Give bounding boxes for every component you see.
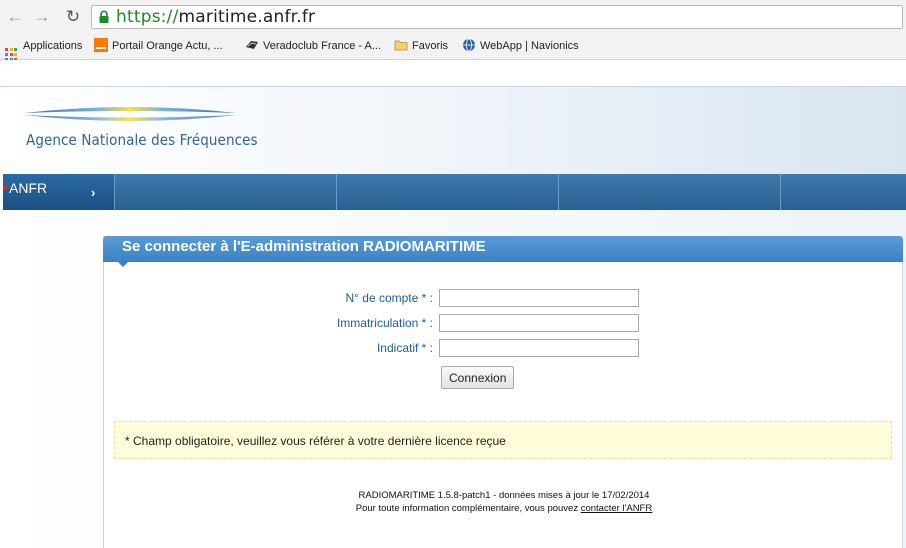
login-panel: Se connecter à l'E-administration RADIOM… — [103, 236, 903, 548]
browser-toolbar: ← → ↻ https://maritime.anfr.fr — [0, 0, 906, 34]
orange-logo-icon — [94, 38, 108, 52]
required-fields-notice: * Champ obligatoire, veuillez vous référ… — [114, 421, 892, 459]
bookmark-veradoclub[interactable]: Veradoclub France - A... — [245, 38, 381, 55]
form-row-callsign: Indicatif * : — [104, 339, 904, 359]
form-row-registration: Immatriculation * : — [104, 314, 904, 334]
callsign-input[interactable] — [439, 339, 639, 357]
navionics-globe-icon — [463, 38, 475, 52]
registration-label: Immatriculation * : — [336, 316, 433, 330]
site-header: Agence Nationale des Fréquences — [0, 86, 906, 175]
notice-text: * Champ obligatoire, veuillez vous référ… — [125, 434, 506, 448]
forward-arrow-icon[interactable]: → — [32, 7, 52, 27]
login-panel-header: Se connecter à l'E-administration RADIOM… — [103, 236, 903, 267]
nav-item-anfr[interactable]: ANFR › — [3, 174, 114, 210]
registration-input[interactable] — [439, 314, 639, 332]
folder-icon — [394, 40, 408, 51]
reload-icon[interactable]: ↻ — [63, 7, 83, 27]
lock-icon — [99, 10, 109, 23]
url-text: https://maritime.anfr.fr — [116, 7, 316, 27]
active-marker — [4, 186, 7, 189]
version-line: RADIOMARITIME 1.5.8-patch1 - données mis… — [358, 490, 650, 501]
main-navbar: ANFR › — [3, 174, 906, 210]
anfr-wave-logo — [24, 107, 236, 121]
account-number-input[interactable] — [439, 289, 639, 307]
bookmarks-bar: Applications Portail Orange Actu, ... Ve… — [0, 34, 906, 61]
nav-item-anfr-label: ANFR — [9, 180, 48, 196]
account-number-label: N° de compte * : — [345, 291, 433, 305]
nav-item-2[interactable] — [114, 174, 337, 210]
panel-header-pointer — [117, 261, 129, 267]
page-footer: RADIOMARITIME 1.5.8-patch1 - données mis… — [104, 489, 904, 515]
org-name: Agence Nationale des Fréquences — [26, 131, 258, 149]
login-title: Se connecter à l'E-administration RADIOM… — [122, 238, 486, 255]
nav-item-5[interactable] — [780, 174, 906, 210]
bookmark-applications[interactable]: Applications — [5, 38, 82, 61]
contact-line: Pour toute information complémentaire, v… — [104, 502, 904, 515]
connexion-button[interactable]: Connexion — [441, 366, 515, 389]
contact-anfr-link[interactable]: contacter l'ANFR — [581, 503, 653, 514]
page-top-spacer — [0, 60, 906, 86]
chevron-right-icon: › — [91, 185, 96, 200]
nav-item-3[interactable] — [336, 174, 559, 210]
bookmark-folder-favoris[interactable]: Favoris — [394, 38, 448, 55]
back-arrow-icon[interactable]: ← — [5, 7, 25, 27]
contact-prefix: Pour toute information complémentaire, v… — [355, 503, 581, 514]
address-bar[interactable]: https://maritime.anfr.fr — [91, 5, 903, 29]
callsign-label: Indicatif * : — [376, 341, 433, 355]
bookmark-portail-orange[interactable]: Portail Orange Actu, ... — [94, 38, 223, 55]
veradoclub-favicon-icon — [246, 41, 258, 49]
form-row-account: N° de compte * : — [104, 289, 904, 309]
nav-item-4[interactable] — [558, 174, 781, 210]
bookmark-navionics[interactable]: WebApp | Navionics — [462, 38, 579, 55]
